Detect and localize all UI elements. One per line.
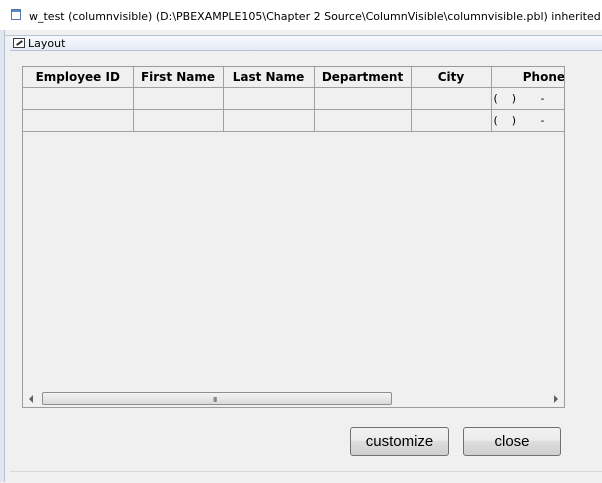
cell-phone[interactable]: ( ) -	[490, 109, 564, 132]
window-title: w_test (columnvisible) (D:\PBEXAMPLE105\…	[29, 10, 602, 23]
layout-tab-label: Layout	[28, 37, 66, 50]
window-icon	[11, 9, 21, 20]
left-border	[0, 30, 5, 482]
layout-tab[interactable]: Layout	[10, 35, 602, 51]
horizontal-scrollbar[interactable]: III	[23, 391, 564, 407]
column-header-city[interactable]: City	[410, 67, 492, 88]
layout-icon	[13, 38, 25, 48]
datawindow[interactable]: Employee ID First Name Last Name Departm…	[22, 66, 565, 408]
customize-button[interactable]: customize	[350, 427, 449, 456]
column-header-phone[interactable]: Phone	[490, 67, 564, 88]
cell-city[interactable]	[410, 87, 492, 110]
cell-department[interactable]	[313, 87, 412, 110]
title-bar: w_test (columnvisible) (D:\PBEXAMPLE105\…	[0, 0, 602, 31]
column-header-last-name[interactable]: Last Name	[222, 67, 315, 88]
header-row: Employee ID First Name Last Name Departm…	[23, 67, 564, 88]
cell-first-name[interactable]	[132, 87, 224, 110]
column-header-employee-id[interactable]: Employee ID	[23, 67, 134, 88]
cell-employee-id[interactable]	[23, 87, 134, 110]
cell-department[interactable]	[313, 109, 412, 132]
cell-phone[interactable]: ( ) -	[490, 87, 564, 110]
data-table: Employee ID First Name Last Name Departm…	[23, 67, 564, 132]
cell-first-name[interactable]	[132, 109, 224, 132]
table-row[interactable]: ( ) -	[23, 109, 564, 132]
scrollbar-grip: III	[213, 396, 217, 404]
scroll-left-arrow-icon[interactable]	[29, 395, 33, 403]
bottom-edge	[10, 471, 602, 483]
cell-last-name[interactable]	[222, 87, 315, 110]
scroll-right-arrow-icon[interactable]	[554, 395, 558, 403]
datawindow-grid: Employee ID First Name Last Name Departm…	[23, 67, 564, 397]
column-header-department[interactable]: Department	[313, 67, 412, 88]
column-header-first-name[interactable]: First Name	[132, 67, 224, 88]
table-row[interactable]: ( ) -	[23, 87, 564, 110]
scrollbar-thumb[interactable]: III	[42, 392, 392, 405]
cell-city[interactable]	[410, 109, 492, 132]
cell-last-name[interactable]	[222, 109, 315, 132]
cell-employee-id[interactable]	[23, 109, 134, 132]
window-frame: w_test (columnvisible) (D:\PBEXAMPLE105\…	[0, 0, 602, 483]
close-button[interactable]: close	[463, 427, 561, 456]
